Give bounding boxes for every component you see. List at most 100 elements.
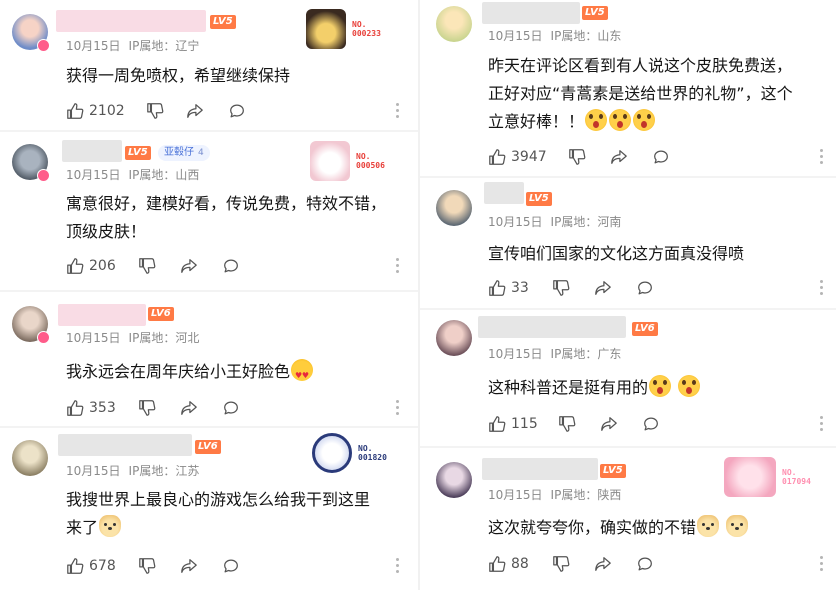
fan-card-decoration[interactable]: NO. 000233 xyxy=(306,8,381,50)
like-button[interactable]: 3947 xyxy=(488,147,547,167)
like-button[interactable]: 88 xyxy=(488,554,529,574)
dislike-button[interactable] xyxy=(558,414,576,434)
dislike-button[interactable] xyxy=(138,556,156,576)
comment-date: 10月15日 xyxy=(488,29,543,43)
share-button[interactable] xyxy=(594,554,612,574)
more-options-button[interactable] xyxy=(820,280,824,296)
dislike-button[interactable] xyxy=(568,147,586,167)
share-icon xyxy=(181,559,197,573)
level-badge: LV5 xyxy=(600,464,626,478)
username[interactable] xyxy=(56,10,206,32)
username[interactable] xyxy=(58,304,146,326)
share-button[interactable] xyxy=(180,556,198,576)
fan-card-decoration[interactable]: NO. 001820 xyxy=(312,432,387,474)
username[interactable] xyxy=(482,2,580,24)
comment-text-line: 获得一周免喷权，希望继续保持 xyxy=(66,66,291,85)
more-options-button[interactable] xyxy=(396,103,400,119)
comment-text: 宣传咱们国家的文化这方面真没得喷 xyxy=(488,240,744,268)
more-options-button[interactable] xyxy=(396,558,400,574)
avatar[interactable] xyxy=(436,320,472,356)
comment-bubble-icon xyxy=(224,559,238,573)
more-options-button[interactable] xyxy=(820,556,824,572)
reply-button[interactable] xyxy=(228,101,246,121)
dislike-button[interactable] xyxy=(138,398,156,418)
username[interactable] xyxy=(484,182,524,204)
username[interactable] xyxy=(478,316,626,338)
shocked-emoji xyxy=(678,375,701,397)
comment-date: 10月15日 xyxy=(66,331,121,345)
comment-ip: IP属地：河北 xyxy=(128,331,200,345)
dislike-button[interactable] xyxy=(146,101,164,121)
comment-bubble-icon xyxy=(638,557,652,571)
dislike-button[interactable] xyxy=(552,278,570,298)
avatar[interactable] xyxy=(436,6,472,42)
like-button[interactable]: 115 xyxy=(488,414,538,434)
comment-meta: 10月15日 IP属地：江苏 xyxy=(66,462,199,479)
level-badge: LV6 xyxy=(195,440,221,454)
comment-card: LV5 10月15日 IP属地：山东 昨天在评论区看到有人说这个皮肤免费送， 正好… xyxy=(420,0,836,172)
share-button[interactable] xyxy=(180,256,198,276)
thumbs-up-icon xyxy=(489,556,506,572)
reply-button[interactable] xyxy=(222,556,240,576)
fan-badge-label: 亚毂仔 xyxy=(164,147,194,158)
more-options-button[interactable] xyxy=(820,149,824,165)
comment-text: 我永远会在周年庆给小王好脸色 xyxy=(66,358,314,390)
dislike-button[interactable] xyxy=(552,554,570,574)
comment-card: LV6 10月15日 IP属地：江苏 NO. 001820 我搜世界上最良心的游戏… xyxy=(0,428,418,590)
like-button[interactable]: 353 xyxy=(66,398,116,418)
username[interactable] xyxy=(482,458,598,480)
like-count: 678 xyxy=(89,558,116,574)
share-button[interactable] xyxy=(186,101,204,121)
avatar[interactable] xyxy=(12,14,50,52)
comment-meta: 10月15日 IP属地：广东 xyxy=(488,345,621,362)
fan-card-image xyxy=(306,9,346,49)
shocked-emoji xyxy=(609,109,632,131)
comment-card: LV5 10月15日 IP属地：辽宁 NO. 000233 获得一周免喷权，希望继… xyxy=(0,0,418,140)
comment-actions: 2102 xyxy=(66,101,406,121)
comment-ip: IP属地：陕西 xyxy=(550,488,622,502)
comment-actions: 678 xyxy=(66,556,406,576)
like-button[interactable]: 678 xyxy=(66,556,116,576)
avatar[interactable] xyxy=(436,462,472,498)
share-button[interactable] xyxy=(610,147,628,167)
avatar[interactable] xyxy=(12,306,50,344)
share-icon xyxy=(595,281,611,295)
like-count: 33 xyxy=(511,280,529,296)
comment-actions: 115 xyxy=(488,414,824,434)
reply-button[interactable] xyxy=(222,256,240,276)
like-count: 206 xyxy=(89,258,116,274)
fan-badge[interactable]: 亚毂仔 4 xyxy=(158,145,210,161)
like-button[interactable]: 33 xyxy=(488,278,529,298)
username[interactable] xyxy=(58,434,192,456)
avatar[interactable] xyxy=(436,190,472,226)
more-options-button[interactable] xyxy=(396,258,400,274)
share-button[interactable] xyxy=(600,414,618,434)
fan-card-decoration[interactable]: NO. 000506 xyxy=(310,140,385,182)
more-options-button[interactable] xyxy=(820,416,824,432)
comment-text-line: 正好对应“青蒿素是送给世界的礼物”，这个 xyxy=(488,84,793,103)
username[interactable] xyxy=(62,140,122,162)
reply-button[interactable] xyxy=(636,554,654,574)
reply-button[interactable] xyxy=(642,414,660,434)
level-badge: LV5 xyxy=(526,192,552,206)
like-button[interactable]: 2102 xyxy=(66,101,125,121)
fan-card-image xyxy=(724,457,776,497)
reply-button[interactable] xyxy=(652,147,670,167)
share-button[interactable] xyxy=(180,398,198,418)
like-count: 353 xyxy=(89,400,116,416)
like-button[interactable]: 206 xyxy=(66,256,116,276)
reply-button[interactable] xyxy=(636,278,654,298)
avatar[interactable] xyxy=(12,440,48,476)
share-icon xyxy=(181,259,197,273)
comment-meta: 10月15日 IP属地：陕西 xyxy=(488,486,621,503)
fan-card-decoration[interactable]: NO. 017094 xyxy=(724,456,811,498)
more-options-button[interactable] xyxy=(396,400,400,416)
comment-meta: 10月15日 IP属地：山西 xyxy=(66,166,199,183)
reply-button[interactable] xyxy=(222,398,240,418)
share-button[interactable] xyxy=(594,278,612,298)
thumbs-down-icon xyxy=(553,280,570,296)
thumbs-up-icon xyxy=(489,416,506,432)
dislike-button[interactable] xyxy=(138,256,156,276)
avatar[interactable] xyxy=(12,144,50,182)
comment-text: 获得一周免喷权，希望继续保持 xyxy=(66,62,290,90)
